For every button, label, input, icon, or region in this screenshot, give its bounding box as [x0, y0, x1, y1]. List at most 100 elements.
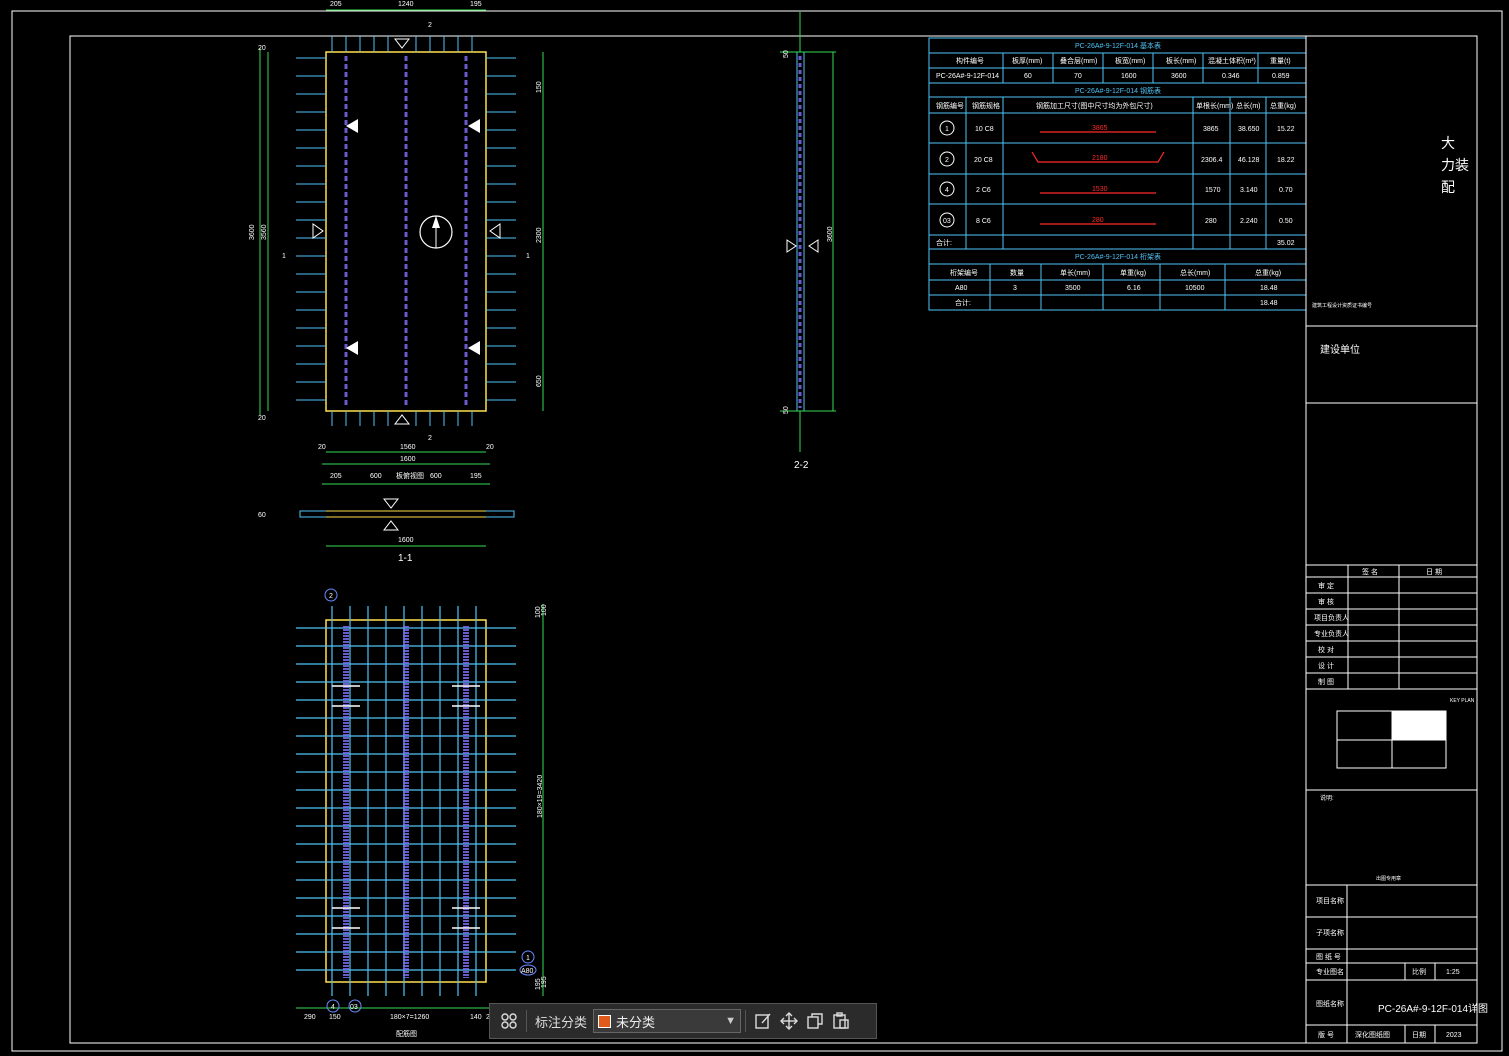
- sign-head-1: 签 名: [1362, 567, 1378, 576]
- rebar-marker-1: 1: [526, 955, 530, 962]
- paste-icon[interactable]: [828, 1008, 854, 1034]
- company-char-3: 配: [1441, 179, 1455, 195]
- table1-c3: 1600: [1121, 73, 1137, 80]
- category-select[interactable]: 未分类 ▼: [593, 1009, 742, 1033]
- table2-r3-single: 280: [1205, 218, 1217, 225]
- sec22-dim-3: 50: [783, 406, 790, 414]
- toolbar-divider: [526, 1010, 527, 1032]
- rebar-marker-4: 4: [331, 1004, 335, 1011]
- sec22-dim-2: 3600: [827, 226, 834, 242]
- sec11-dim-3: 600: [430, 473, 442, 480]
- table2-r1-len: 2180: [1092, 155, 1108, 162]
- sec11-label: 1-1: [398, 553, 413, 564]
- stamp-label: 出图专用章: [1376, 875, 1401, 882]
- no-label: 版 号: [1318, 1030, 1334, 1039]
- rebar-right-dim-3: 180×19=3420: [537, 775, 544, 818]
- notes-label: 说明:: [1320, 794, 1334, 802]
- cad-drawing-canvas[interactable]: 205 1240 195 2 20 3600 3560 20 150 2300 …: [0, 0, 1509, 1056]
- project-label: 项目名称: [1316, 896, 1344, 905]
- grid-apps-icon[interactable]: [496, 1008, 522, 1034]
- client-label: 建设单位: [1320, 343, 1360, 356]
- category-value: 未分类: [616, 1014, 656, 1030]
- scale-value: 1:25: [1446, 969, 1460, 976]
- rebar-right-dim-5: 195: [541, 976, 548, 988]
- right-dim-3: 650: [536, 375, 543, 387]
- table3-title: PC-26A#-9-12F-014 桁架表: [1075, 252, 1161, 261]
- table2-r1-no: 2: [945, 157, 949, 164]
- keyplan-label: KEY PLAN: [1450, 698, 1475, 704]
- table3-c3: 6.16: [1127, 285, 1141, 292]
- table2-r0-single: 3865: [1203, 126, 1219, 133]
- toolbar-divider: [745, 1010, 747, 1032]
- sign-row-6: 设 计: [1318, 661, 1334, 670]
- table1-h2: 叠合层(mm): [1060, 56, 1097, 65]
- rebar-marker-a80: A80: [521, 968, 534, 975]
- category-label: 标注分类: [535, 1014, 588, 1030]
- no-value: 深化图纸图: [1355, 1030, 1390, 1039]
- rebar-view-label: 配筋图: [396, 1029, 417, 1038]
- move-icon[interactable]: [776, 1008, 802, 1034]
- sign-row-4: 专业负责人: [1314, 629, 1349, 638]
- table2-r0-total: 38.650: [1238, 126, 1260, 133]
- table2-r3-no: 03: [943, 218, 951, 225]
- table1-c6: 0.859: [1272, 73, 1290, 80]
- left-dim-3: 3560: [261, 224, 268, 240]
- rebar-bottom-dim-2: 150: [329, 1014, 341, 1021]
- table1-h1: 板厚(mm): [1012, 56, 1042, 65]
- table2-r2-no: 4: [945, 187, 949, 194]
- table2-title: PC-26A#-9-12F-014 钢筋表: [1075, 86, 1161, 95]
- section-marker-right: 1: [526, 253, 530, 260]
- company-note: 建筑工程设计资质证书编号: [1312, 302, 1372, 309]
- table2-r2-weight: 0.70: [1279, 187, 1293, 194]
- table2-r1-weight: 18.22: [1277, 157, 1295, 164]
- rebar-marker-2: 2: [329, 593, 333, 600]
- table2-h1: 钢筋规格: [972, 101, 1000, 110]
- table2-r2-len: 1530: [1092, 186, 1108, 193]
- top-dim-1: 205: [330, 1, 342, 8]
- section-marker-top: 2: [428, 22, 432, 29]
- table2-h5: 总重(kg): [1270, 101, 1296, 110]
- table3-h1: 数量: [1010, 268, 1024, 277]
- table3-c1: 3: [1013, 285, 1017, 292]
- table3-h3: 单重(kg): [1120, 268, 1146, 277]
- sec11-dim-2: 600: [370, 473, 382, 480]
- top-view: 205 1240 195 2 20 3600 3560 20 150 2300 …: [249, 1, 544, 480]
- rebar-right-dim-2: 100: [541, 604, 548, 616]
- table2-sum-label: 合计:: [936, 238, 952, 247]
- table3-h4: 总长(mm): [1180, 268, 1210, 277]
- table1-c4: 3600: [1171, 73, 1187, 80]
- table3-h5: 总重(kg): [1255, 268, 1281, 277]
- sign-row-2: 审 核: [1318, 597, 1334, 606]
- date-value: 2023: [1446, 1032, 1462, 1039]
- rebar-bottom-dim-3: 180×7=1260: [390, 1014, 429, 1021]
- table3-sum-value: 18.48: [1260, 300, 1278, 307]
- table2-r1-total: 46.128: [1238, 157, 1260, 164]
- edit-icon[interactable]: [750, 1008, 776, 1034]
- left-dim-2: 3600: [249, 224, 256, 240]
- table3-h0: 桁架编号: [950, 268, 978, 277]
- table2-r3-len: 280: [1092, 217, 1104, 224]
- sec11-thickness: 60: [258, 512, 266, 519]
- scale-key: 比例: [1412, 967, 1426, 976]
- top-dim-3: 195: [470, 1, 482, 8]
- left-dim-1: 20: [258, 45, 266, 52]
- bottom-dim-total: 1600: [400, 456, 416, 463]
- sign-head-2: 日 期: [1426, 568, 1442, 576]
- bottom-dim-a1: 20: [318, 444, 326, 451]
- table1-title: PC-26A#-9-12F-014 基本表: [1075, 41, 1161, 50]
- table1-h5: 混凝土体积(m³): [1208, 56, 1256, 65]
- section-2-2: 50 3600 50 2-2: [780, 12, 836, 471]
- drawing-name-label: 图纸名称: [1316, 999, 1344, 1008]
- table2-r2-total: 3.140: [1240, 187, 1258, 194]
- right-dim-2: 2300: [536, 227, 543, 243]
- table2-h0: 钢筋编号: [936, 101, 964, 110]
- table2-r0-weight: 15.22: [1277, 126, 1295, 133]
- right-dim-1: 150: [536, 81, 543, 93]
- top-view-label: 板俯视图: [396, 471, 424, 480]
- table2-h2: 钢筋加工尺寸(图中尺寸均为外包尺寸): [1036, 101, 1153, 110]
- outer-frame: [11, 10, 1503, 1052]
- section-marker-left: 1: [282, 253, 286, 260]
- company-char-1: 大: [1441, 135, 1455, 151]
- copy-icon[interactable]: [802, 1008, 828, 1034]
- chevron-down-icon: ▼: [725, 1015, 737, 1027]
